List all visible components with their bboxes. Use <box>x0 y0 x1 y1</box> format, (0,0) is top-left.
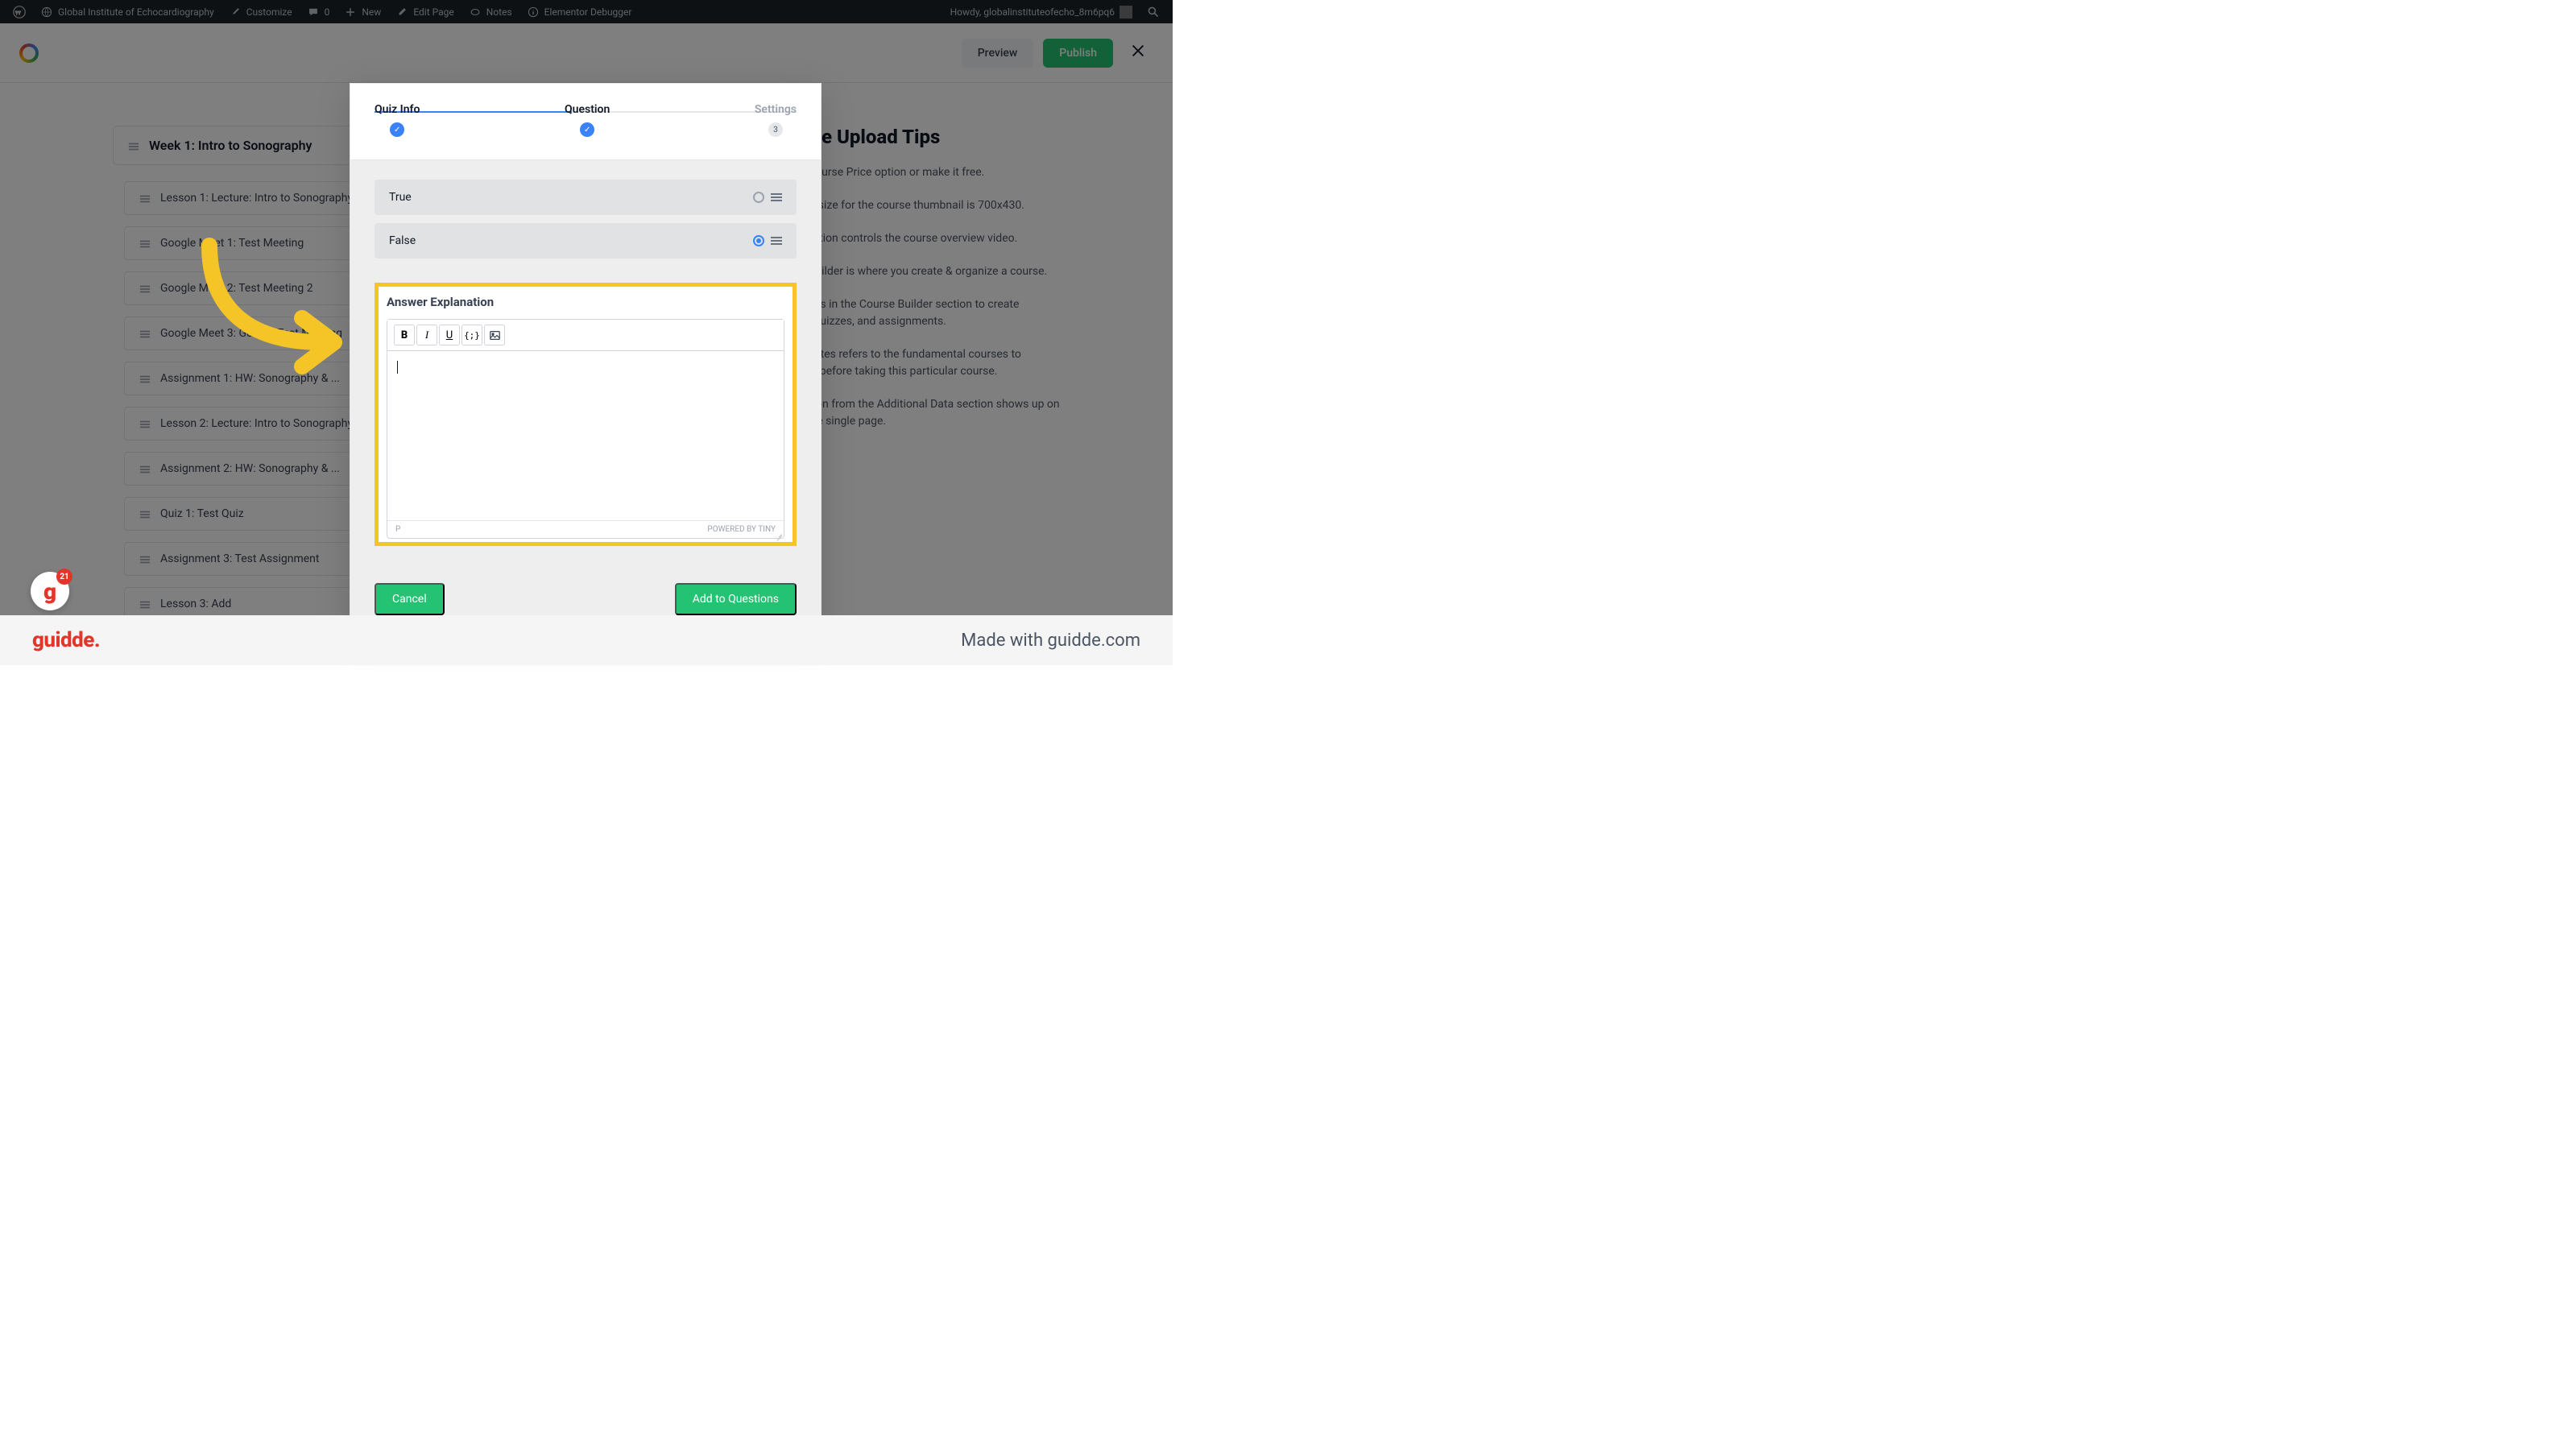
option-controls <box>753 235 782 246</box>
step-quiz-info[interactable]: Quiz Info ✓ <box>375 103 420 137</box>
text-cursor <box>397 361 398 374</box>
option-controls <box>753 192 782 203</box>
false-option[interactable]: False <box>375 223 797 259</box>
option-label: True <box>389 191 412 204</box>
step-question[interactable]: Question ✓ <box>565 103 610 137</box>
editor-textarea[interactable] <box>387 351 784 520</box>
drag-lines-icon[interactable] <box>771 193 782 201</box>
guidde-badge[interactable]: g 21 <box>31 572 69 610</box>
guidde-badge-letter: g <box>43 578 56 605</box>
page-footer: guidde. Made with guidde.com <box>0 615 1173 665</box>
modal-body: True False Answer Explanation B I U {;} <box>350 160 821 570</box>
guidde-tagline: Made with guidde.com <box>961 631 1140 651</box>
quiz-question-modal: Quiz Info ✓ Question ✓ Settings 3 True F… <box>350 83 822 632</box>
underline-button[interactable]: U <box>439 325 460 345</box>
image-button[interactable] <box>484 325 505 345</box>
step-label: Question <box>565 103 610 116</box>
bold-button[interactable]: B <box>394 325 415 345</box>
answer-explanation-highlight: Answer Explanation B I U {;} P POWERED B… <box>375 283 797 546</box>
drag-lines-icon[interactable] <box>771 237 782 245</box>
rich-text-editor: B I U {;} P POWERED BY TINY <box>387 319 784 539</box>
step-check-icon: ✓ <box>390 122 404 137</box>
step-settings[interactable]: Settings 3 <box>755 103 797 137</box>
step-number: 3 <box>768 122 783 137</box>
italic-button[interactable]: I <box>416 325 437 345</box>
editor-statusbar: P POWERED BY TINY <box>387 520 784 538</box>
option-label: False <box>389 234 416 247</box>
step-label: Settings <box>755 103 797 116</box>
editor-toolbar: B I U {;} <box>387 320 784 351</box>
guidde-badge-count: 21 <box>56 569 72 585</box>
editor-section-title: Answer Explanation <box>387 295 784 309</box>
modal-stepper-header: Quiz Info ✓ Question ✓ Settings 3 <box>350 84 821 160</box>
step-label: Quiz Info <box>375 103 420 116</box>
radio-checked-icon[interactable] <box>753 235 764 246</box>
true-option[interactable]: True <box>375 180 797 215</box>
code-button[interactable]: {;} <box>461 325 482 345</box>
step-check-icon: ✓ <box>580 122 594 137</box>
radio-unchecked-icon[interactable] <box>753 192 764 203</box>
stepper: Quiz Info ✓ Question ✓ Settings 3 <box>375 103 797 137</box>
cancel-button[interactable]: Cancel <box>375 583 445 615</box>
editor-path: P <box>395 525 400 534</box>
editor-powered-by: POWERED BY TINY <box>707 525 776 534</box>
guidde-logo: guidde. <box>32 628 100 652</box>
add-to-questions-button[interactable]: Add to Questions <box>675 583 797 615</box>
resize-handle-icon[interactable] <box>774 528 782 536</box>
